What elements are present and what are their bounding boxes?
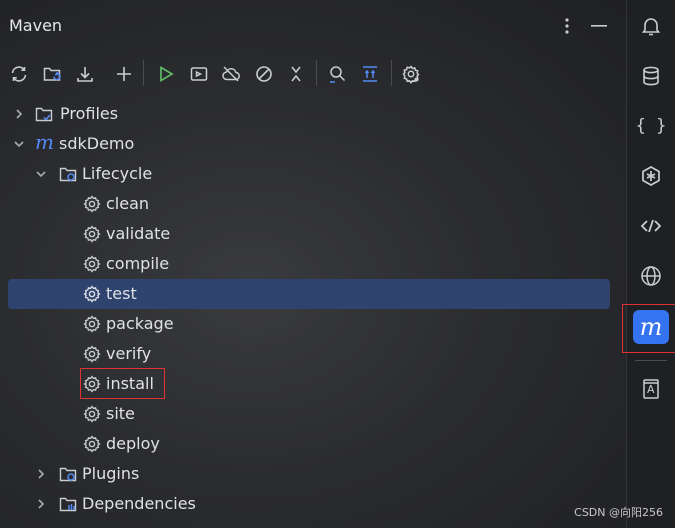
gear-icon: [83, 405, 101, 423]
profiles-folder-icon: [35, 107, 53, 122]
dependencies-folder-icon: [59, 497, 77, 512]
maven-toolbar: [0, 56, 626, 92]
collapse-icon[interactable]: [284, 62, 308, 86]
more-vertical-icon[interactable]: [556, 14, 578, 38]
tree-label: deploy: [106, 434, 160, 453]
right-tool-strip: { } m A: [622, 0, 675, 528]
lifecycle-folder-icon: [59, 167, 77, 182]
tree-node-goal[interactable]: package: [8, 309, 610, 339]
tree-node-profiles[interactable]: Profiles: [8, 99, 610, 129]
add-icon[interactable]: [112, 62, 136, 86]
chevron-right-icon[interactable]: [12, 107, 26, 121]
gear-icon: [83, 285, 101, 303]
tree-node-goal[interactable]: clean: [8, 189, 610, 219]
offline-icon[interactable]: [219, 62, 243, 86]
reload-icon[interactable]: [7, 62, 31, 86]
chevron-right-icon[interactable]: [34, 467, 48, 481]
minimize-icon[interactable]: [588, 14, 610, 38]
settings-icon[interactable]: [399, 62, 423, 86]
ai-assistant-icon[interactable]: [635, 160, 667, 192]
tree-node-dependencies[interactable]: Dependencies: [8, 489, 610, 519]
gear-icon: [83, 315, 101, 333]
tree-node-goal[interactable]: site: [8, 399, 610, 429]
maven-highlight-box: [622, 304, 675, 353]
gear-icon: [83, 195, 101, 213]
maven-tool-window: Maven Profiles m sdkDemo Lifecycle clean…: [0, 0, 626, 528]
tree-label: sdkDemo: [59, 134, 135, 153]
tree-node-goal[interactable]: deploy: [8, 429, 610, 459]
tree-label: Profiles: [60, 104, 119, 123]
tree-label: Lifecycle: [82, 164, 153, 183]
tool-window-header: Maven: [0, 0, 626, 52]
chevron-down-icon[interactable]: [34, 167, 48, 181]
tree-label: package: [106, 314, 174, 333]
analyze-icon[interactable]: [325, 62, 349, 86]
tree-node-goal[interactable]: validate: [8, 219, 610, 249]
chevron-down-icon[interactable]: [12, 137, 26, 151]
run-icon[interactable]: [154, 62, 178, 86]
download-icon[interactable]: [73, 62, 97, 86]
show-dependencies-icon[interactable]: [358, 62, 382, 86]
gear-icon: [83, 345, 101, 363]
tree-node-goal-selected[interactable]: test: [8, 279, 610, 309]
tree-label: compile: [106, 254, 170, 273]
web-icon[interactable]: [635, 260, 667, 292]
sidebar-separator: [635, 360, 667, 361]
maven-project-icon: m: [35, 130, 54, 154]
toolbar-separator: [316, 60, 317, 86]
tree-label: Dependencies: [82, 494, 196, 513]
tree-label: test: [106, 284, 137, 303]
watermark: CSDN @向阳256: [574, 506, 663, 519]
tree-node-plugins[interactable]: Plugins: [8, 459, 610, 489]
tree-node-goal[interactable]: compile: [8, 249, 610, 279]
toolbar-separator: [143, 60, 144, 86]
tree-label: verify: [106, 344, 152, 363]
tree-node-lifecycle[interactable]: Lifecycle: [8, 159, 610, 189]
tree-node-project[interactable]: m sdkDemo: [8, 129, 610, 159]
gear-icon: [83, 255, 101, 273]
doc-glyph: A: [647, 383, 655, 396]
skip-tests-icon[interactable]: [252, 62, 276, 86]
documentation-icon[interactable]: A: [635, 373, 667, 405]
install-highlight-box: [80, 368, 165, 399]
tool-window-title: Maven: [9, 16, 63, 35]
run-config-icon[interactable]: [187, 62, 211, 86]
tree-label: site: [106, 404, 135, 423]
tree-label: clean: [106, 194, 150, 213]
gear-icon: [83, 225, 101, 243]
plugins-folder-icon: [59, 467, 77, 482]
database-icon[interactable]: [635, 60, 667, 92]
json-icon[interactable]: { }: [635, 110, 667, 142]
chevron-right-icon[interactable]: [34, 497, 48, 511]
tree-label: Plugins: [82, 464, 140, 483]
gear-icon: [83, 435, 101, 453]
add-folder-icon[interactable]: [40, 62, 64, 86]
tree-label: validate: [106, 224, 171, 243]
tree-node-goal[interactable]: verify: [8, 339, 610, 369]
toolbar-separator: [391, 60, 392, 86]
notifications-icon[interactable]: [635, 10, 667, 42]
endpoints-icon[interactable]: [635, 210, 667, 242]
